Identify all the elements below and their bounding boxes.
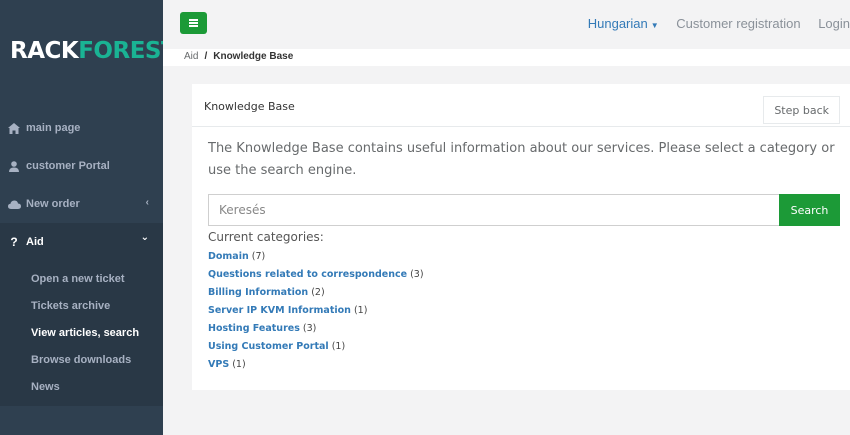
category-count: (1) [331,341,346,352]
search-row: Search [208,194,840,226]
search-button[interactable]: Search [779,194,840,226]
submenu-item-news[interactable]: News [0,373,163,400]
list-item: Hosting Features (3) [208,320,424,338]
breadcrumb-separator: / [204,51,208,62]
list-item: Using Customer Portal (1) [208,338,424,356]
chevron-left-icon: ‹ [145,197,149,208]
category-count: (1) [232,359,246,370]
breadcrumb-current: Knowledge Base [213,51,294,62]
hamburger-icon [189,22,198,24]
logo-rack-text: RACK [10,38,79,64]
breadcrumb-root[interactable]: Aid [184,51,198,62]
submenu-item-open-ticket[interactable]: Open a new ticket [0,265,163,292]
top-links: Hungarian ▼ Customer registration Login [588,16,850,31]
caret-down-icon: ▼ [650,21,659,30]
list-item: Billing Information (2) [208,284,424,302]
sidebar-item-label: main page [26,122,81,134]
category-link-domain[interactable]: Domain [208,251,249,262]
category-link-correspondence[interactable]: Questions related to correspondence [208,269,407,280]
step-back-button[interactable]: Step back [763,96,840,124]
sidebar-item-aid[interactable]: ? Aid ⌄ [0,223,163,261]
home-icon [6,122,22,134]
category-count: (1) [353,305,368,316]
submenu-item-tickets-archive[interactable]: Tickets archive [0,292,163,319]
category-link-billing[interactable]: Billing Information [208,287,308,298]
category-link-server-ip-kvm[interactable]: Server IP KVM Information [208,305,351,316]
language-selector[interactable]: Hungarian ▼ [588,16,659,31]
logo[interactable]: RACKFOREST [10,38,177,64]
breadcrumb: Aid / Knowledge Base [163,49,850,66]
category-count: (2) [311,287,325,298]
aid-submenu: Open a new ticket Tickets archive View a… [0,261,163,406]
sidebar-item-label: Aid [26,236,44,248]
sidebar-item-customer-portal[interactable]: customer Portal [0,147,163,185]
list-item: Domain (7) [208,248,424,266]
sidebar: RACKFOREST main page customer Portal New… [0,0,177,435]
category-count: (3) [410,269,424,280]
panel-header: Knowledge Base Step back [192,84,850,127]
chevron-down-icon: ⌄ [140,232,149,243]
category-link-hosting-features[interactable]: Hosting Features [208,323,300,334]
category-count: (3) [302,323,317,334]
top-bar: Hungarian ▼ Customer registration Login [163,0,850,49]
customer-registration-link[interactable]: Customer registration [676,16,800,31]
logo-forest-text: FOREST [78,38,177,64]
categories-list: Domain (7) Questions related to correspo… [208,248,424,374]
question-icon: ? [10,235,18,249]
category-link-customer-portal[interactable]: Using Customer Portal [208,341,329,352]
list-item: Questions related to correspondence (3) [208,266,424,284]
submenu-item-view-articles[interactable]: View articles, search [0,319,163,346]
language-label: Hungarian [587,16,648,31]
sidebar-item-label: customer Portal [26,160,110,172]
sidebar-item-new-order[interactable]: New order ‹ [0,185,163,223]
sidebar-nav: main page customer Portal New order ‹ ? … [0,109,163,406]
panel-title: Knowledge Base [204,100,295,113]
user-icon [6,160,22,172]
knowledge-base-panel: Knowledge Base Step back The Knowledge B… [192,84,850,390]
sidebar-item-label: New order [26,198,80,210]
cloud-icon [6,200,22,209]
list-item: VPS (1) [208,356,424,374]
sidebar-item-main-page[interactable]: main page [0,109,163,147]
intro-text: The Knowledge Base contains useful infor… [208,141,835,178]
category-link-vps[interactable]: VPS [208,359,229,370]
search-input[interactable] [208,194,779,226]
menu-toggle-button[interactable] [180,12,207,34]
categories-title: Current categories: [208,230,324,244]
submenu-item-browse-downloads[interactable]: Browse downloads [0,346,163,373]
category-count: (7) [251,251,266,262]
list-item: Server IP KVM Information (1) [208,302,424,320]
login-link[interactable]: Login [818,16,850,31]
